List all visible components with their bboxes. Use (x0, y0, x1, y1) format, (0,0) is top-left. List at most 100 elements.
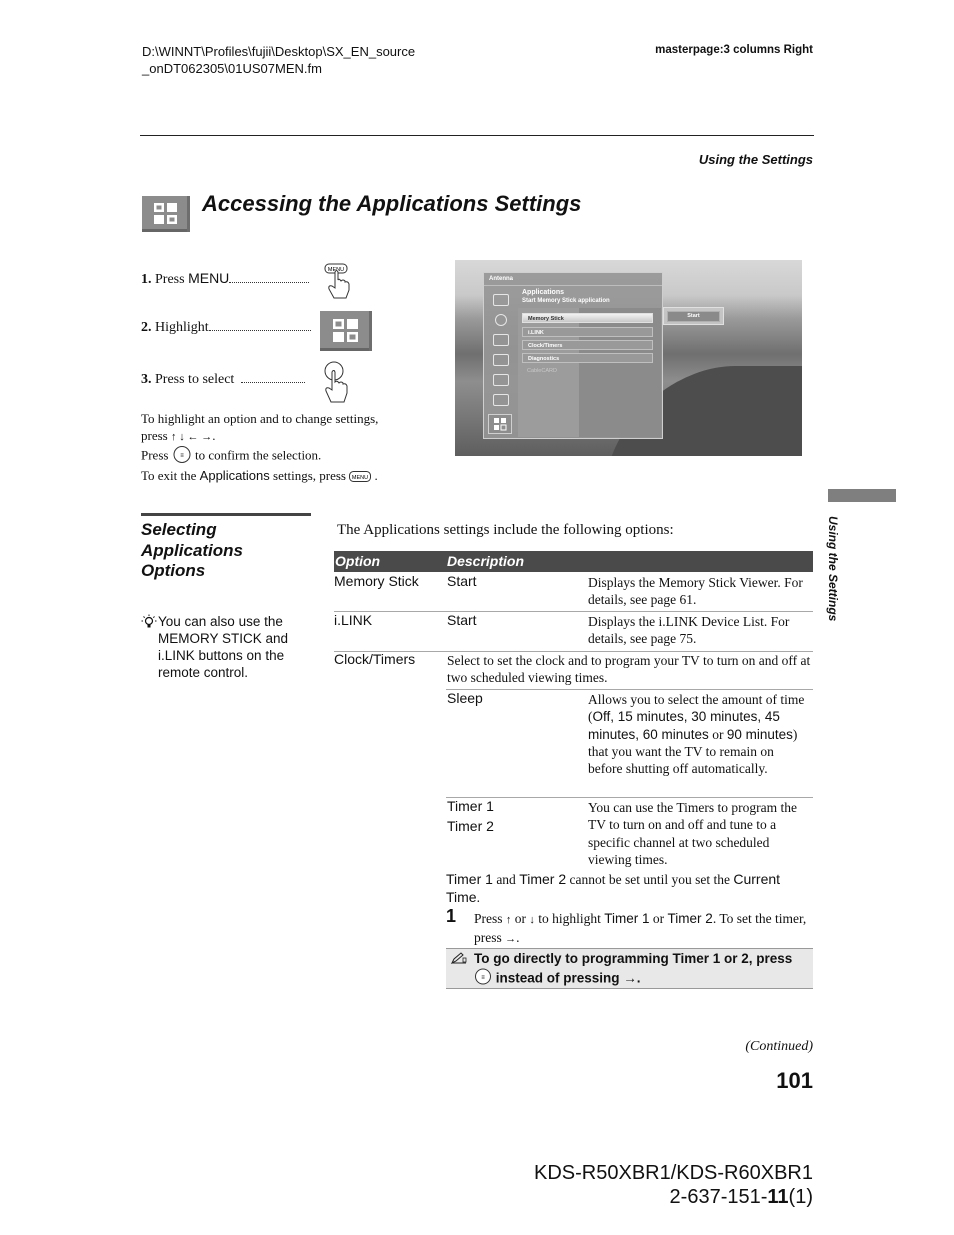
note-line: To go directly to programming Timer 1 or… (474, 951, 793, 966)
file-path-line2: _onDT062305\01US07MEN.fm (142, 61, 322, 76)
masterpage-label: masterpage:3 columns Right (655, 44, 813, 56)
timer-1-label: Timer 1 (604, 911, 650, 926)
desc-option-values: 90 minutes (726, 726, 793, 742)
step-text: Press (155, 272, 189, 287)
code-part: 11 (767, 1186, 789, 1208)
side-tab-marker (828, 489, 896, 502)
step-text-part: or (511, 911, 530, 926)
pencil-note-icon (450, 951, 467, 969)
svg-text:≡: ≡ (481, 975, 485, 981)
menu-key-label: MENU (188, 270, 230, 286)
setting-cell: Sleep (447, 690, 483, 706)
row-divider (334, 611, 813, 612)
page-number: 101 (776, 1068, 813, 1093)
tv-item-memory-stick[interactable]: Memory Stick (522, 313, 653, 323)
tv-item-diagnostics[interactable]: Diagnostics (522, 353, 653, 363)
applications-icon (142, 196, 190, 232)
timer-2-label: Timer 2 (667, 911, 713, 926)
table-intro: The Applications settings include the fo… (337, 522, 674, 538)
note-text: cannot be set until you set the (566, 872, 734, 887)
subsection-title: Selecting Applications Options (141, 520, 311, 582)
note-text: . (476, 889, 480, 905)
instructions: To highlight an option and to change set… (141, 410, 431, 486)
timer-note: Timer 1 and Timer 2 cannot be set until … (446, 871, 813, 906)
instruction-text: to confirm the selection. (194, 447, 322, 463)
timer-2-label: Timer 2 (519, 871, 567, 887)
tv-app-subtitle: Start Memory Stick application (522, 298, 610, 304)
tv-sidebar (484, 286, 517, 437)
setting-cell: Start (447, 573, 477, 589)
note-box: To go directly to programming Timer 1 or… (446, 948, 813, 989)
continued-label: (Continued) (745, 1039, 813, 1054)
step-number: 1 (446, 906, 457, 926)
parental-lock-icon[interactable] (493, 374, 509, 386)
tip-text: You can also use the MEMORY STICK and i.… (158, 614, 289, 680)
step-text: Press ↑ or ↓ to highlight Timer 1 or Tim… (474, 910, 812, 949)
svg-text:MENU: MENU (352, 475, 368, 481)
applications-icon[interactable] (488, 414, 512, 434)
tv-action-panel: Start (663, 307, 724, 325)
file-path: D:\WINNT\Profiles\fujii\Desktop\SX_EN_so… (142, 43, 415, 77)
instruction-text: press (141, 428, 168, 443)
option-cell: Clock/Timers (334, 651, 416, 667)
desc-text: or (708, 726, 727, 742)
step-number: 3. (141, 372, 152, 387)
tv-item-clock-timers[interactable]: Clock/Timers (522, 340, 653, 350)
description-cell: Displays the i.LINK Device List. For det… (588, 614, 790, 647)
picture-icon[interactable] (493, 294, 509, 306)
option-cell: Memory Stick (334, 573, 419, 589)
sound-icon[interactable] (495, 314, 507, 326)
step-number: 1. (141, 272, 152, 287)
file-path-line1: D:\WINNT\Profiles\fujii\Desktop\SX_EN_so… (142, 44, 416, 59)
tv-start-button[interactable]: Start (667, 311, 720, 322)
summary-cell: Select to set the clock and to program y… (447, 653, 811, 686)
model-info: KDS-R50XBR1/KDS-R60XBR1 2-637-151-11(1) (534, 1161, 813, 1209)
arrow-keys-icon: ↑ ↓ ← → (170, 431, 213, 443)
instruction-line: Press ≡ to confirm the selection. (141, 446, 431, 467)
page-title: Accessing the Applications Settings (202, 191, 582, 216)
step-2: 2. Highlight (141, 320, 311, 336)
code-part: 2-637-151- (669, 1186, 768, 1208)
instruction-line: press ↑ ↓ ← →. (141, 428, 216, 443)
description-cell: Displays the Memory Stick Viewer. For de… (588, 575, 803, 608)
subsection-title-line: Applications (141, 540, 244, 560)
right-arrow-icon: → (505, 933, 517, 946)
select-button-icon: ≡ (172, 446, 192, 467)
column-header-option: Option (335, 553, 381, 569)
setup-icon[interactable] (493, 394, 509, 406)
description-cell: Allows you to select the amount of time … (588, 691, 808, 777)
step-text-part: . (516, 930, 520, 946)
instruction-text: Press (141, 447, 169, 463)
code-part: (1) (788, 1186, 813, 1208)
step-text-part: or (649, 911, 668, 926)
model-number: KDS-R50XBR1/KDS-R60XBR1 (534, 1162, 813, 1184)
menu-button-icon: MENU (349, 469, 372, 486)
subsection-divider (141, 513, 311, 516)
leader-dots (208, 320, 311, 331)
setting-cell: Timer 1 (447, 798, 494, 814)
table-header: Option Description (334, 551, 813, 572)
svg-text:≡: ≡ (180, 453, 184, 459)
setting-cell: Start (447, 612, 477, 628)
side-tab-label: Using the Settings (826, 516, 840, 622)
row-divider (446, 689, 813, 690)
app-name: Applications (199, 468, 270, 483)
note-text: and (492, 872, 520, 887)
screen-icon[interactable] (493, 334, 509, 346)
select-button-press-icon: ≡ (322, 360, 350, 411)
tv-app-title: Applications (522, 289, 565, 296)
leader-dots (241, 372, 306, 383)
leader-dots (229, 272, 310, 283)
row-divider (446, 797, 813, 798)
tv-item-ilink[interactable]: i.LINK (522, 327, 653, 337)
select-button-icon: ≡ (474, 968, 492, 990)
instruction-line: To exit the Applications settings, press… (141, 467, 431, 486)
description-cell: You can use the Timers to program the TV… (588, 800, 797, 867)
step-3: 3. Press to select (141, 372, 306, 388)
step-text: Highlight (155, 320, 209, 335)
channel-icon[interactable] (493, 354, 509, 366)
step-text-part: Press (474, 911, 506, 926)
step-1: 1. Press MENU (141, 270, 310, 288)
step-text-part: to highlight (534, 911, 605, 926)
tv-menu-header: Antenna (484, 273, 662, 286)
